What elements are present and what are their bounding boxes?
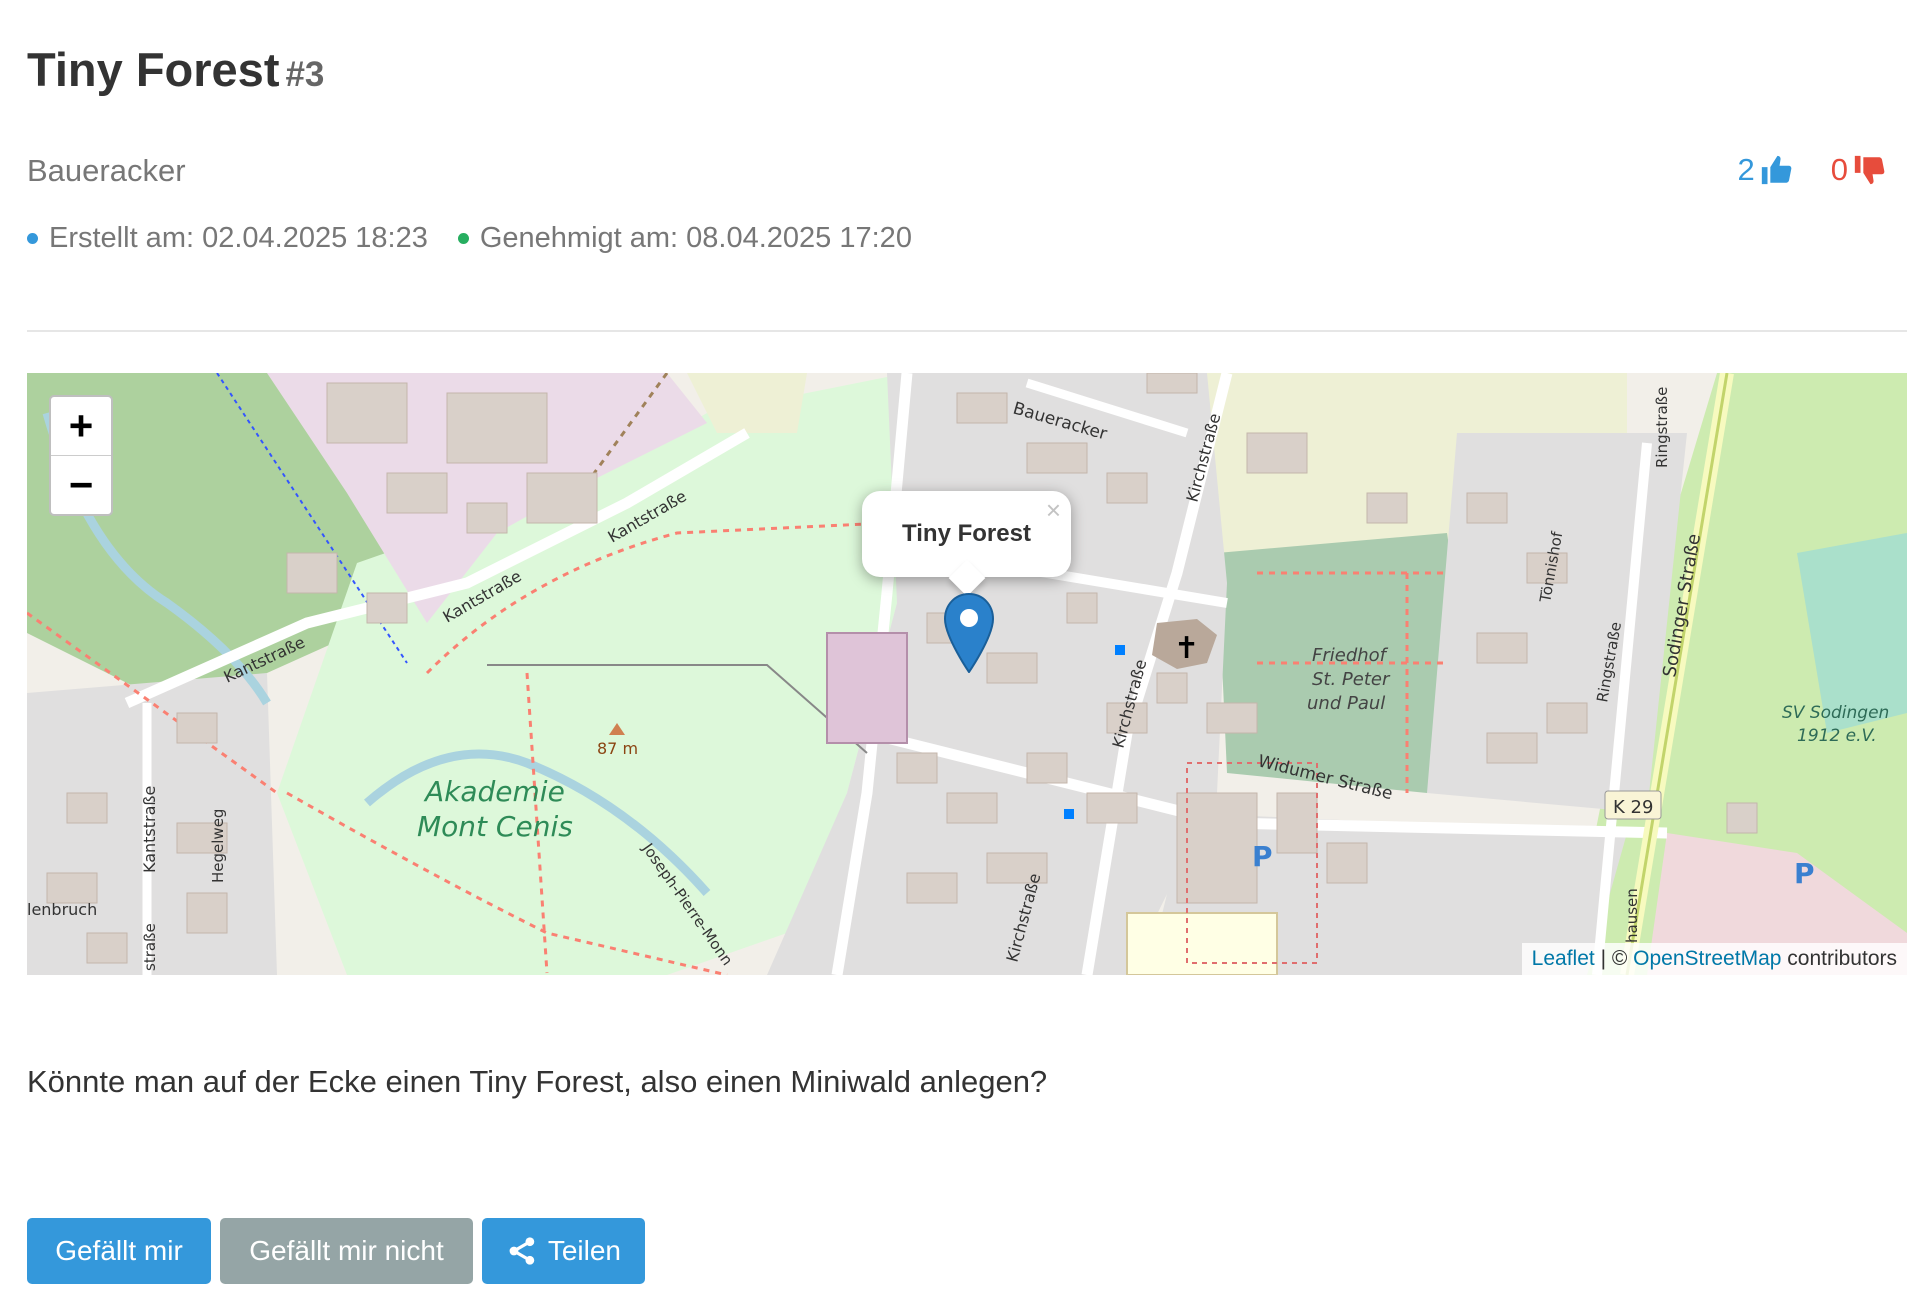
dislike-button[interactable]: Gefällt mir nicht — [220, 1218, 473, 1284]
map-label-k29: K 29 — [1613, 797, 1653, 818]
map-label-sv: SV Sodingen — [1782, 703, 1889, 723]
divider — [27, 330, 1907, 332]
zoom-out-button[interactable]: − — [51, 455, 111, 514]
upvote-number: 2 — [1737, 152, 1755, 187]
map-parking-icon: P — [1252, 840, 1273, 873]
downvote-number: 0 — [1830, 152, 1848, 187]
proposal-title: Tiny Forest — [27, 43, 280, 96]
created-date-text: Erstellt am: 02.04.2025 18:23 — [49, 222, 428, 254]
map-label-hegelweg: Hegelweg — [209, 809, 227, 883]
downvote-count[interactable]: 0 — [1831, 152, 1886, 188]
map-parking-icon: P — [1794, 857, 1815, 890]
share-button-label: Teilen — [547, 1235, 621, 1266]
proposal-location: Baueracker — [27, 153, 186, 188]
map[interactable]: Baueracker Kantstraße Kantstraße Kantstr… — [27, 373, 1907, 975]
map-popup: Tiny Forest × — [862, 491, 1071, 597]
proposal-dates: Erstellt am: 02.04.2025 18:23 Genehmigt … — [27, 222, 912, 255]
popup-close-button[interactable]: × — [1046, 495, 1061, 526]
like-button[interactable]: Gefällt mir — [27, 1218, 211, 1284]
zoom-in-button[interactable]: + — [51, 397, 111, 455]
attribution-suffix: contributors — [1781, 947, 1897, 970]
zoom-control: + − — [49, 395, 113, 516]
map-label-strasse: straße — [141, 923, 159, 971]
thumbs-down-icon — [1854, 155, 1885, 185]
map-label-mont-cenis: Mont Cenis — [417, 810, 573, 843]
map-label-akademie: Akademie — [423, 775, 565, 808]
church-icon: ✝ — [1174, 631, 1199, 666]
map-attribution: Leaflet | © OpenStreetMap contributors — [1521, 943, 1907, 975]
share-icon — [509, 1237, 535, 1265]
vote-counts: 2 0 — [1738, 152, 1887, 188]
created-dot-icon — [27, 233, 38, 244]
map-marker[interactable] — [943, 592, 995, 678]
leaflet-link[interactable]: Leaflet — [1532, 947, 1595, 970]
approved-dot-icon — [457, 233, 469, 244]
map-label-kantstrasse: Kantstraße — [140, 786, 159, 873]
page-title: Tiny Forest #3 — [27, 40, 324, 105]
map-label-friedhof: Friedhof — [1312, 645, 1389, 666]
upvote-count[interactable]: 2 — [1738, 152, 1793, 188]
proposal-number: #3 — [285, 55, 325, 94]
action-buttons: Gefällt mir Gefällt mir nicht Teilen — [27, 1218, 645, 1284]
share-button[interactable]: Teilen — [482, 1218, 645, 1284]
proposal-description: Könnte man auf der Ecke einen Tiny Fores… — [27, 1064, 1048, 1099]
like-button-label: Gefällt mir — [55, 1235, 183, 1266]
map-label-sv: 1912 e.V. — [1797, 726, 1877, 746]
map-label-friedhof: St. Peter — [1312, 669, 1391, 690]
approved-date: Genehmigt am: 08.04.2025 17:20 — [457, 222, 912, 255]
map-marker-icon[interactable] — [943, 592, 995, 674]
map-label-friedhof: und Paul — [1307, 693, 1385, 714]
attribution-separator: | © — [1594, 947, 1634, 970]
map-label-lenbruch: lenbruch — [27, 900, 97, 919]
openstreetmap-link[interactable]: OpenStreetMap — [1633, 947, 1781, 970]
map-label-ringstrasse: Ringstraße — [1653, 387, 1671, 468]
popup-title: Tiny Forest — [902, 520, 1031, 547]
created-date: Erstellt am: 02.04.2025 18:23 — [27, 222, 428, 255]
proposal-page: Tiny Forest #3 Baueracker 2 0 Erstellt am… — [0, 0, 1922, 1306]
dislike-button-label: Gefällt mir nicht — [249, 1235, 444, 1266]
thumbs-up-icon — [1761, 155, 1792, 185]
approved-date-text: Genehmigt am: 08.04.2025 17:20 — [479, 222, 912, 254]
map-label-hausen: hausen — [1623, 888, 1641, 943]
map-label-elevation: 87 m — [597, 739, 638, 758]
